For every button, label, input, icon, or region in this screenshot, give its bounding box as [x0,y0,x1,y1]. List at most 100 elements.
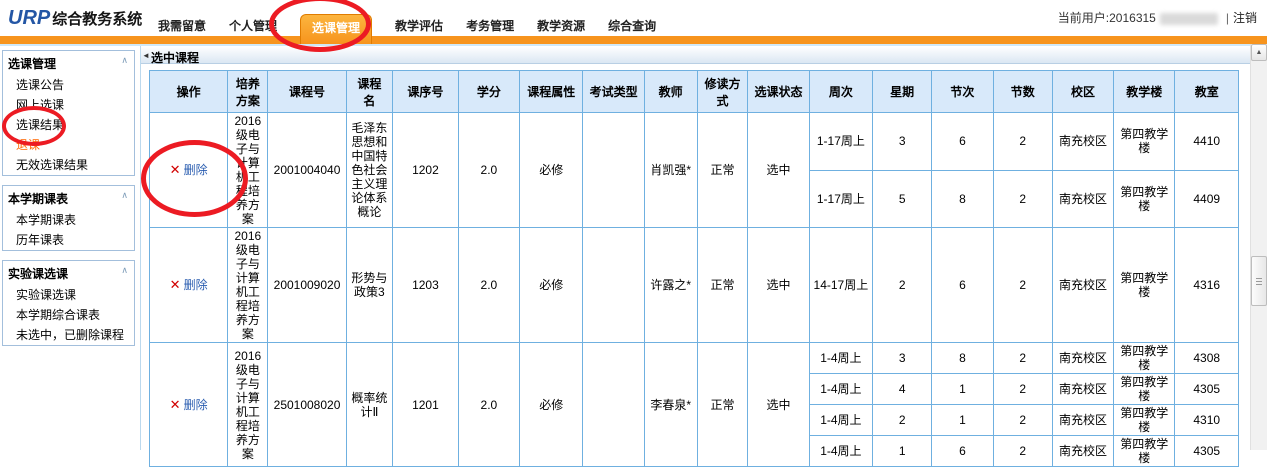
column-header: 培养方案 [228,71,268,113]
column-header: 校区 [1052,71,1113,113]
building-cell: 第四教学楼 [1114,436,1175,467]
building-cell: 第四教学楼 [1114,374,1175,405]
delete-link[interactable]: 删除 [184,398,208,412]
column-header: 课程属性 [520,71,583,113]
column-header: 节数 [993,71,1052,113]
sidebar-item[interactable]: 实验课选课 [3,285,134,305]
weeks-cell: 1-4周上 [809,343,872,374]
delete-x-icon: ✕ [170,162,181,177]
study-mode-cell: 正常 [697,113,748,228]
exam-type-cell [583,228,644,343]
sidebar-item[interactable]: 本学期课表 [3,210,134,230]
chevron-up-icon[interactable]: ∧ [121,55,128,66]
weeks-cell: 14-17周上 [809,228,872,343]
column-header: 教学楼 [1114,71,1175,113]
sidebar-section-title[interactable]: 本学期课表∧ [3,186,134,210]
scrollbar-up-arrow-icon[interactable]: ▲ [1251,44,1267,61]
campus-cell: 南充校区 [1052,405,1113,436]
course-row: ✕删除2016级电子与计算机工程培养方案2001009020形势与政策31203… [150,228,1239,343]
teacher-cell: 许露之* [644,228,697,343]
sidebar-item[interactable]: 未选中，已删除课程 [3,325,134,345]
nav-item[interactable]: 我需留意 [158,17,206,35]
column-header: 选课状态 [748,71,809,113]
nav-accent-bar [0,36,1267,44]
delete-x-icon: ✕ [170,277,181,292]
column-header: 周次 [809,71,872,113]
column-header: 课程号 [268,71,346,113]
sidebar-item[interactable]: 选课结果 [3,115,134,135]
weeks-cell: 1-4周上 [809,374,872,405]
sidebar-item[interactable]: 选课公告 [3,75,134,95]
building-cell: 第四教学楼 [1114,405,1175,436]
period-cell: 1 [932,405,993,436]
chevron-up-icon[interactable]: ∧ [121,265,128,276]
period-count-cell: 2 [993,228,1052,343]
sidebar-section: 实验课选课∧实验课选课本学期综合课表未选中，已删除课程 [2,260,135,346]
teacher-cell: 李春泉* [644,343,697,467]
room-cell: 4310 [1175,405,1239,436]
weeks-cell: 1-17周上 [809,113,872,171]
weekday-cell: 2 [873,405,932,436]
period-cell: 6 [932,113,993,171]
sidebar-item[interactable]: 历年课表 [3,230,134,250]
exam-type-cell [583,113,644,228]
user-info: 当前用户:2016315|注销 [1058,9,1257,26]
course-attribute-cell: 必修 [520,113,583,228]
period-count-cell: 2 [993,374,1052,405]
building-cell: 第四教学楼 [1114,170,1175,228]
weeks-cell: 1-4周上 [809,405,872,436]
sidebar-section-title[interactable]: 选课管理∧ [3,51,134,75]
course-number-cell: 2501008020 [268,343,346,467]
selection-status-cell: 选中 [748,343,809,467]
nav-item[interactable]: 教学评估 [395,17,443,35]
selection-status-cell: 选中 [748,113,809,228]
logout-link[interactable]: 注销 [1233,11,1257,25]
header-row: 操作培养方案课程号课程名课序号学分课程属性考试类型教师修读方式选课状态周次星期节… [150,71,1239,113]
weekday-cell: 3 [873,343,932,374]
sidebar-section: 选课管理∧选课公告网上选课选课结果退课无效选课结果 [2,50,135,176]
room-cell: 4305 [1175,436,1239,467]
sidebar: 选课管理∧选课公告网上选课选课结果退课无效选课结果本学期课表∧本学期课表历年课表… [0,46,137,450]
main-content: ◄ 选中课程 操作培养方案课程号课程名课序号学分课程属性考试类型教师修读方式选课… [140,46,1267,450]
weekday-cell: 3 [873,113,932,171]
operation-cell: ✕删除 [150,113,228,228]
sidebar-item[interactable]: 本学期综合课表 [3,305,134,325]
sidebar-item[interactable]: 退课 [3,135,134,155]
column-header: 星期 [873,71,932,113]
sidebar-item[interactable]: 网上选课 [3,95,134,115]
panel-collapse-icon[interactable]: ◄ [142,51,150,60]
nav-item[interactable]: 综合查询 [608,17,656,35]
column-header: 课序号 [393,71,459,113]
period-cell: 6 [932,436,993,467]
class-number-cell: 1201 [393,343,459,467]
chevron-up-icon[interactable]: ∧ [121,190,128,201]
campus-cell: 南充校区 [1052,170,1113,228]
building-cell: 第四教学楼 [1114,228,1175,343]
column-header: 教师 [644,71,697,113]
scrollbar-thumb[interactable] [1251,256,1267,306]
course-name-cell: 形势与政策3 [346,228,393,343]
redacted-user-id [1160,13,1218,25]
delete-link[interactable]: 删除 [184,163,208,177]
study-mode-cell: 正常 [697,228,748,343]
room-cell: 4410 [1175,113,1239,171]
panel-header: ◄ 选中课程 [141,46,1250,64]
course-table-wrap: 操作培养方案课程号课程名课序号学分课程属性考试类型教师修读方式选课状态周次星期节… [141,64,1250,467]
period-cell: 8 [932,170,993,228]
delete-link[interactable]: 删除 [184,278,208,292]
nav-item[interactable]: 个人管理 [229,17,277,35]
nav-item[interactable]: 教学资源 [537,17,585,35]
course-row: ✕删除2016级电子与计算机工程培养方案2501008020概率统计Ⅱ12012… [150,343,1239,374]
sidebar-item[interactable]: 无效选课结果 [3,155,134,175]
logout-separator: | [1226,11,1229,25]
delete-x-icon: ✕ [170,397,181,412]
nav-item[interactable]: 考务管理 [466,17,514,35]
weekday-cell: 4 [873,374,932,405]
sidebar-section-title[interactable]: 实验课选课∧ [3,261,134,285]
period-cell: 6 [932,228,993,343]
nav-tab-active[interactable]: 选课管理 [300,14,372,44]
room-cell: 4316 [1175,228,1239,343]
period-cell: 8 [932,343,993,374]
operation-cell: ✕删除 [150,228,228,343]
vertical-scrollbar[interactable]: ▲ [1250,44,1267,450]
